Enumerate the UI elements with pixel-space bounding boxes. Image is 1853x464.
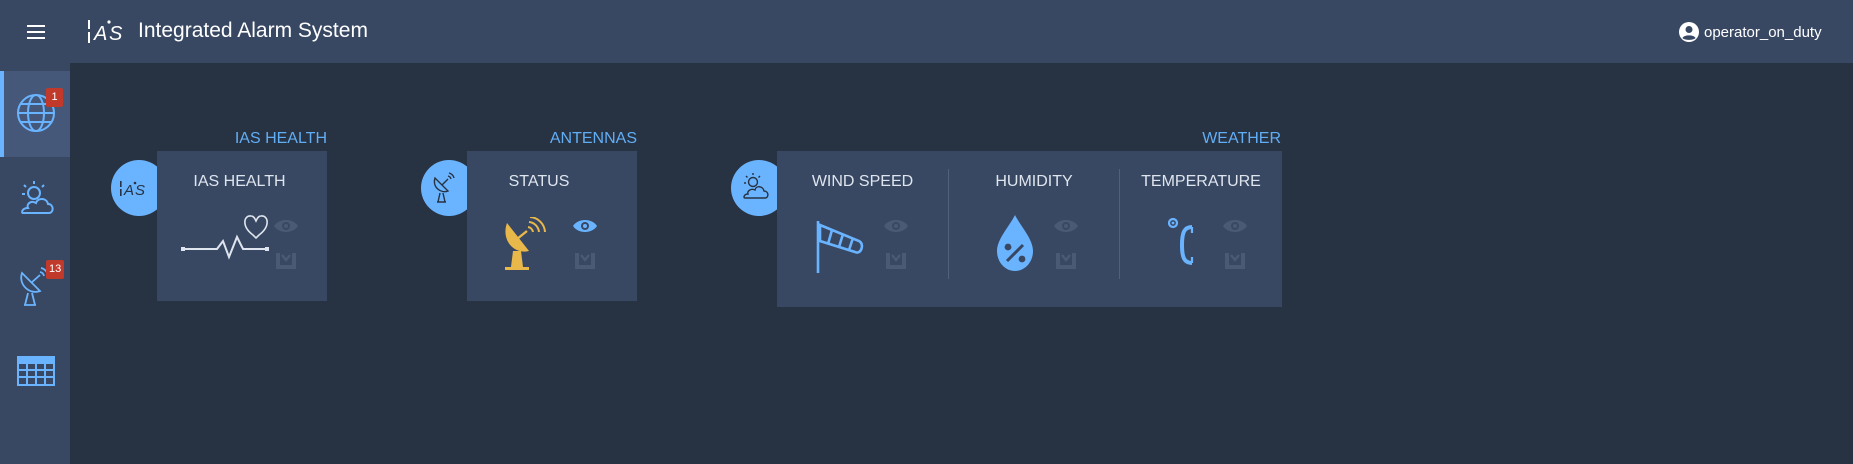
weather-cloud-sun-icon (21, 181, 54, 214)
antenna-dish-icon (505, 217, 546, 270)
acknowledge-icon (886, 253, 906, 269)
sidebar: 1 13 (0, 63, 70, 464)
weather-card: WIND SPEED HUMIDITY TEMPERATURE (777, 151, 1282, 307)
antennas-status-cell[interactable]: STATUS (467, 151, 637, 301)
temperature-cell[interactable]: TEMPERATURE (1120, 151, 1282, 307)
acknowledge-icon (1056, 253, 1076, 269)
hamburger-menu-icon[interactable] (20, 20, 52, 44)
cell-label: IAS HEALTH (193, 173, 286, 190)
humidity-cell[interactable]: HUMIDITY (949, 151, 1119, 307)
eye-icon (1223, 220, 1247, 232)
ias-logo: A S (85, 16, 127, 48)
svg-text:A: A (123, 182, 134, 199)
table-grid-icon (17, 356, 55, 386)
humidity-drop-icon (997, 215, 1033, 271)
eye-icon (274, 220, 298, 232)
antenna-icon (433, 172, 455, 203)
panel-title-antennas: ANTENNAS (549, 130, 637, 147)
alarm-count-badge: 1 (46, 88, 63, 107)
heartbeat-icon (181, 215, 269, 260)
svg-text:S: S (135, 182, 145, 199)
sidebar-item-table[interactable] (0, 329, 70, 415)
account-circle-icon (1679, 22, 1699, 42)
sidebar-item-overview[interactable]: 1 (0, 71, 70, 157)
ias-health-cell[interactable]: IAS HEALTH (157, 151, 327, 301)
ias-logo-icon: A S (120, 181, 145, 199)
weather-cloud-sun-icon (743, 173, 769, 199)
acknowledge-icon (1225, 253, 1245, 269)
eye-icon (573, 220, 597, 232)
sidebar-item-weather[interactable] (0, 157, 70, 243)
user-menu[interactable]: operator_on_duty (1678, 21, 1822, 43)
svg-text:A: A (93, 23, 107, 45)
svg-text:S: S (109, 23, 123, 45)
antennas-card: STATUS (467, 151, 637, 301)
panel-title-weather: WEATHER (1202, 130, 1281, 147)
sidebar-item-antennas[interactable]: 13 (0, 243, 70, 329)
cell-label: STATUS (508, 173, 570, 190)
acknowledge-icon (276, 253, 296, 269)
panel-title-ias-health: IAS HEALTH (234, 130, 327, 147)
cell-label: WIND SPEED (811, 173, 914, 190)
app-title: Integrated Alarm System (138, 19, 368, 42)
cell-label: HUMIDITY (995, 173, 1073, 190)
eye-icon (884, 220, 908, 232)
top-bar: A S Integrated Alarm System operator_on_… (0, 0, 1853, 63)
eye-icon (1054, 220, 1078, 232)
ias-health-card: IAS HEALTH (157, 151, 327, 301)
wind-speed-cell[interactable]: WIND SPEED (777, 151, 948, 307)
user-name: operator_on_duty (1704, 23, 1822, 41)
celsius-thermometer-icon (1168, 217, 1194, 265)
cell-label: TEMPERATURE (1141, 173, 1261, 190)
windsock-icon (816, 221, 864, 273)
alarm-count-badge: 13 (46, 260, 65, 279)
acknowledge-icon (575, 253, 595, 269)
